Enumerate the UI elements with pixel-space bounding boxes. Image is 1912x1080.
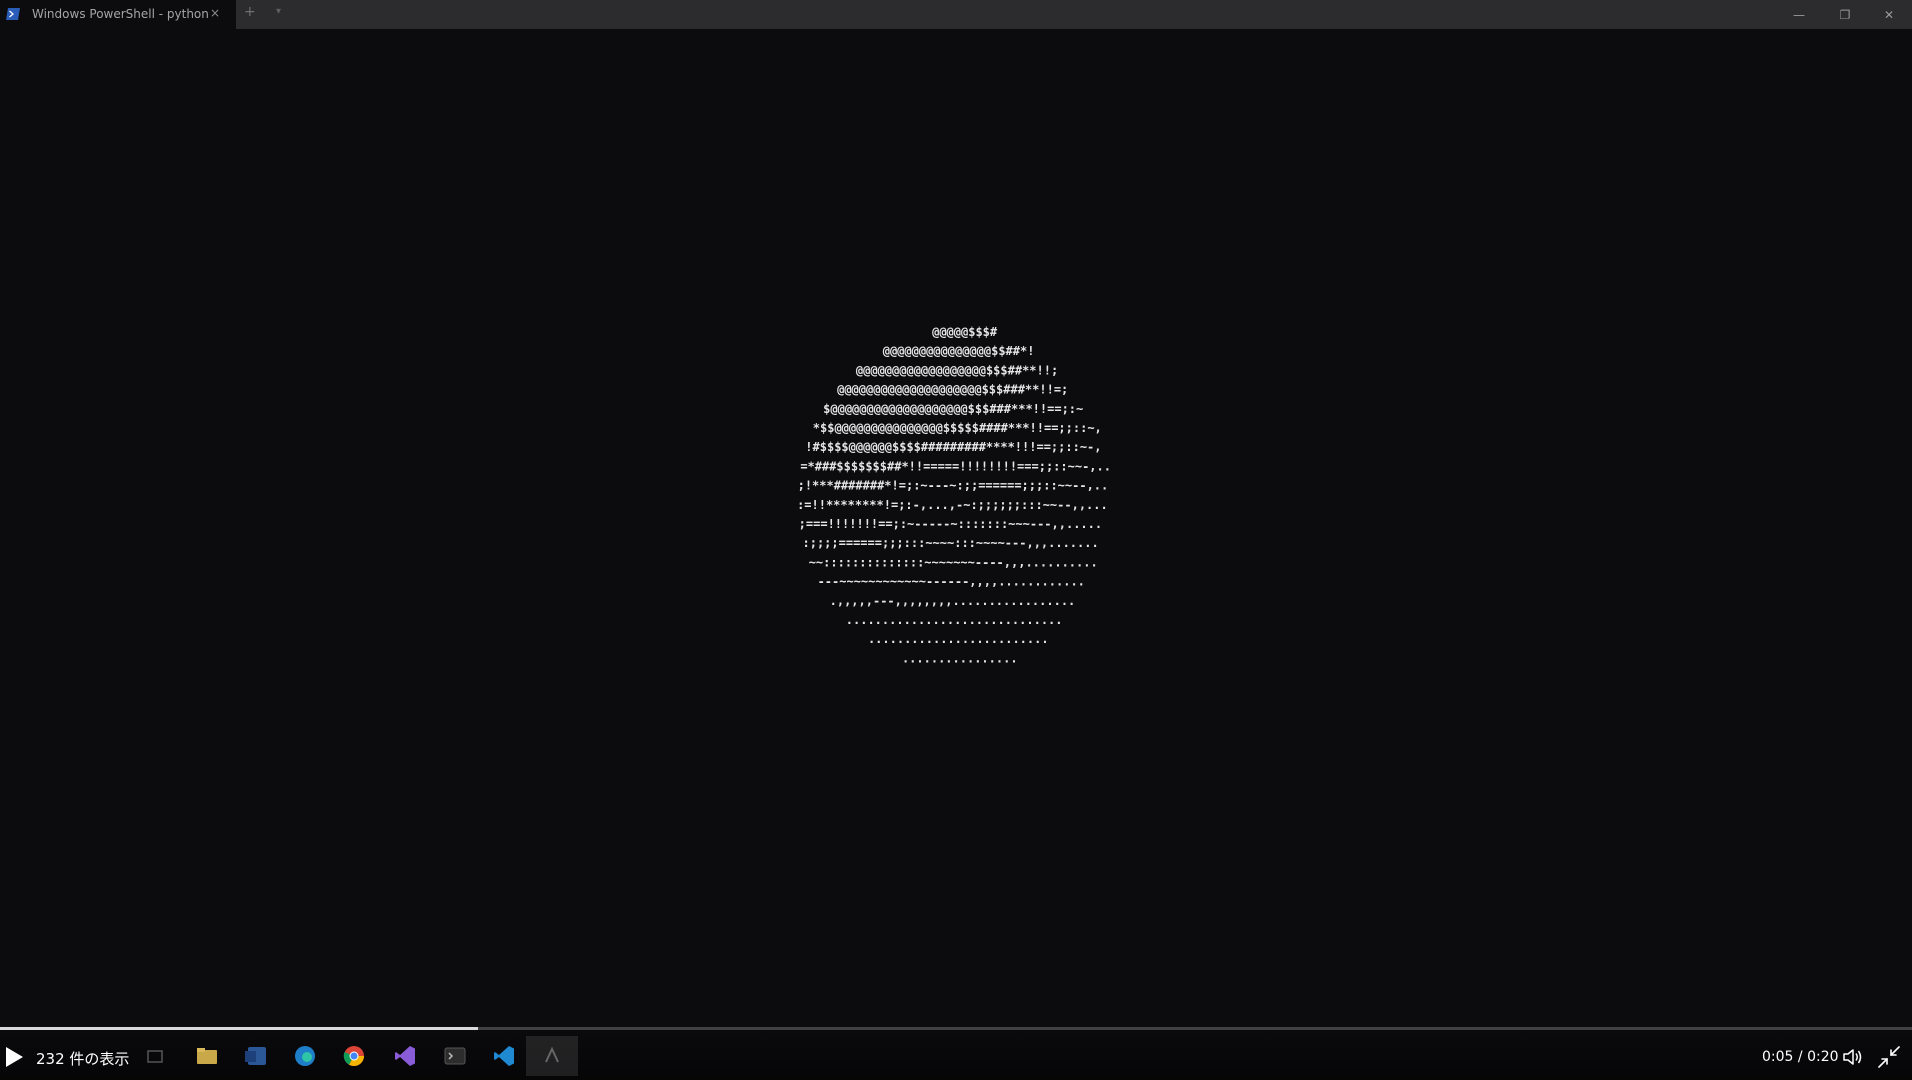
close-icon: ✕ bbox=[1883, 7, 1895, 22]
time-separator: / bbox=[1793, 1049, 1808, 1065]
maximize-icon: ❐ bbox=[1839, 7, 1851, 22]
vscode-icon bbox=[494, 1046, 514, 1066]
exit-fullscreen-icon bbox=[1878, 1046, 1900, 1068]
ascii-row: :;;;;======;;;:::~~~~:::~~~~---,,,......… bbox=[803, 536, 1099, 550]
ascii-row: ---~~~~~~~~~~~~------,,,,............ bbox=[818, 575, 1085, 589]
ascii-row: =*###$$$$$$$##*!!=====!!!!!!!!===;;::~~-… bbox=[800, 459, 1111, 473]
task-view-icon bbox=[147, 1050, 163, 1063]
ascii-row: @@@@@@@@@@@@@@@@@@@@$$$###**!!=; bbox=[837, 383, 1068, 397]
chevron-down-icon: ▾ bbox=[276, 6, 282, 17]
play-icon bbox=[6, 1047, 23, 1067]
terminal-titlebar: Windows PowerShell - python × + ▾ — ❐ ✕ bbox=[0, 0, 1912, 29]
edge-icon bbox=[295, 1046, 315, 1066]
video-frame[interactable]: Windows PowerShell - python × + ▾ — ❐ ✕ … bbox=[0, 0, 1912, 1080]
play-button[interactable] bbox=[4, 1046, 24, 1068]
exit-fullscreen-button[interactable] bbox=[1878, 1046, 1900, 1068]
file-explorer-icon bbox=[197, 1048, 217, 1064]
ascii-sphere: @@@@@$$$# @@@@@@@@@@@@@@@$$##*! @@@@@@@@… bbox=[797, 325, 1111, 665]
ascii-row: @@@@@@@@@@@@@@@$$##*! bbox=[883, 344, 1035, 358]
volume-icon bbox=[1843, 1049, 1862, 1065]
tab-close-icon: × bbox=[210, 6, 221, 20]
ascii-row: ~~::::::::::::::~~~~~~~----,,,.......... bbox=[809, 555, 1098, 569]
powershell-icon bbox=[6, 8, 20, 20]
view-count: 232 件の表示 bbox=[36, 1050, 130, 1068]
ascii-row: .,,,,,---,,,,,,,,................. bbox=[830, 594, 1076, 608]
current-time: 0:05 bbox=[1762, 1049, 1794, 1065]
ascii-row: @@@@@@@@@@@@@@@@@@$$$##**!!; bbox=[856, 363, 1058, 377]
duration: 0:20 bbox=[1807, 1049, 1839, 1065]
ascii-row: ................ bbox=[902, 651, 1018, 665]
terminal-tab-title: Windows PowerShell - python bbox=[32, 7, 209, 21]
player-controls: 232 件の表示 0:05 / 0:20 bbox=[0, 1030, 1912, 1080]
ascii-row: ......................... bbox=[868, 632, 1049, 646]
ascii-row: ;===!!!!!!!==;:~-----~:::::::~~~---,,...… bbox=[799, 517, 1102, 531]
ascii-row: ;!***#######*!=;:~---~:;;======;;;::~~--… bbox=[798, 479, 1109, 493]
new-tab-icon: + bbox=[244, 4, 256, 20]
ascii-row: :=!!********!=;:-,...,-~:;;;;;;:::~~--,,… bbox=[797, 498, 1108, 512]
python-app-icon bbox=[545, 1046, 559, 1063]
ascii-row: *$$@@@@@@@@@@@@@@@$$$$$####***!!==;;::~, bbox=[813, 421, 1102, 435]
chrome-icon bbox=[343, 1046, 364, 1066]
terminal-icon bbox=[444, 1047, 466, 1065]
minimize-icon: — bbox=[1793, 7, 1805, 22]
ascii-row: !#$$$$@@@@@@$$$$#########****!!!==;;::~-… bbox=[805, 440, 1101, 454]
time-display: 0:05 / 0:20 bbox=[1762, 1049, 1839, 1065]
word-icon bbox=[245, 1047, 266, 1065]
ascii-row: .............................. bbox=[846, 613, 1063, 627]
visual-studio-icon bbox=[395, 1046, 415, 1066]
volume-button[interactable] bbox=[1842, 1047, 1864, 1067]
terminal-tab: Windows PowerShell - python × bbox=[0, 0, 236, 29]
ascii-row: @@@@@$$$# bbox=[932, 325, 998, 339]
ascii-row: $@@@@@@@@@@@@@@@@@@@$$$###***!!==;:~ bbox=[823, 402, 1083, 416]
